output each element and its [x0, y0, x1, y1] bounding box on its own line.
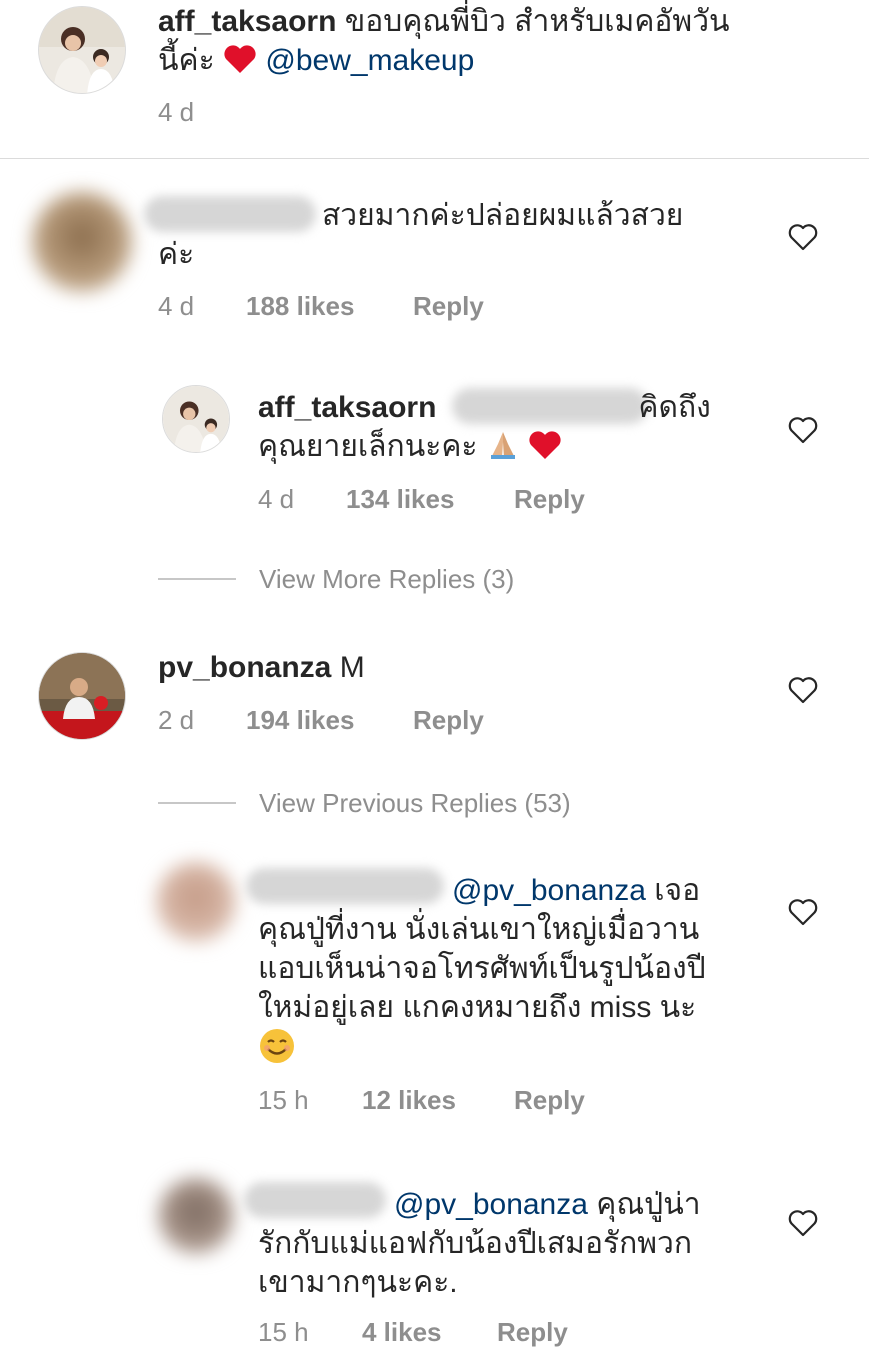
reply2-text-line3: แอบเห็นน่าจอโทรศัพท์เป็นรูปน้องปี: [258, 952, 706, 985]
comment1-text-line2: ค่ะ: [158, 238, 195, 271]
reply3-text-line1: คุณปู่น่า: [596, 1188, 701, 1221]
heart-outline-icon[interactable]: [788, 676, 818, 704]
avatar-blurred-user-1[interactable]: [32, 192, 132, 292]
reply3-text-line2: รักกับแม่แอฟกับน้องปีเสมอรักพวก: [258, 1227, 693, 1260]
comment2-time: 2 d: [158, 705, 195, 735]
reply3-likes[interactable]: 4 likes: [362, 1317, 442, 1347]
comment1-reply-button[interactable]: Reply: [413, 291, 484, 321]
avatar-pv-bonanza[interactable]: [38, 652, 126, 740]
top-comment-text-line1: ขอบคุณพี่บิว สำหรับเมคอัพวัน: [344, 5, 730, 38]
avatar-aff-taksaorn[interactable]: [38, 6, 126, 94]
smiling-face-emoji: [260, 1029, 294, 1063]
thread-line: [158, 802, 236, 804]
reply3-text: @pv_bonanza คุณปู่น่า รักกับแม่แอฟกับน้อ…: [258, 1185, 758, 1302]
reply2-reply-button[interactable]: Reply: [514, 1085, 585, 1115]
reply3-reply-button[interactable]: Reply: [497, 1317, 568, 1347]
comment2-username[interactable]: pv_bonanza: [158, 651, 331, 684]
comment1-time: 4 d: [158, 291, 195, 321]
top-comment-text-line2: นี้ค่ะ: [158, 44, 215, 77]
top-comment-time: 4 d: [158, 97, 195, 127]
reply2-mention[interactable]: @pv_bonanza: [452, 874, 646, 907]
avatar-image: [39, 7, 125, 93]
top-comment-text: aff_taksaorn ขอบคุณพี่บิว สำหรับเมคอัพวั…: [158, 2, 838, 80]
reply1-likes[interactable]: 134 likes: [346, 484, 454, 514]
reply2-text-line1: เจอ: [654, 874, 701, 907]
thread-line: [158, 578, 236, 580]
comment2-text: pv_bonanza M: [158, 648, 365, 687]
avatar-image: [39, 653, 125, 739]
reply3-time: 15 h: [258, 1317, 309, 1347]
heart-outline-icon[interactable]: [788, 1209, 818, 1237]
heart-outline-icon[interactable]: [788, 898, 818, 926]
view-previous-replies-button[interactable]: View Previous Replies (53): [259, 788, 571, 819]
reply1-text-line1: คิดถึง: [638, 391, 711, 424]
avatar-blurred-user-2[interactable]: [156, 862, 236, 942]
avatar-blurred-user-3[interactable]: [158, 1178, 234, 1254]
reply2-likes[interactable]: 12 likes: [362, 1085, 456, 1115]
top-comment-mention[interactable]: @bew_makeup: [265, 44, 474, 77]
reply2-time: 15 h: [258, 1085, 309, 1115]
reply1-time: 4 d: [258, 484, 295, 514]
reply1-text: aff_taksaorn คิดถึง คุณยายเล็กนะคะ: [258, 388, 758, 466]
caption-divider: [0, 158, 869, 159]
comment1-meta: 4 d: [158, 291, 194, 321]
red-heart-emoji: [529, 431, 561, 459]
comment1-text-line1: สวยมากค่ะปล่อยผมแล้วสวย: [322, 199, 684, 232]
red-heart-emoji: [224, 45, 256, 73]
reply3-mention[interactable]: @pv_bonanza: [394, 1188, 588, 1221]
top-comment-username[interactable]: aff_taksaorn: [158, 5, 336, 38]
comment2-likes[interactable]: 194 likes: [246, 705, 354, 735]
reply3-text-line3: เขามากๆนะคะ.: [258, 1266, 458, 1299]
heart-outline-icon[interactable]: [788, 416, 818, 444]
reply2-text: @pv_bonanza เจอ คุณปู่ที่งาน นั่งเล่นเขา…: [258, 871, 758, 1071]
comment2-body: M: [339, 651, 365, 684]
view-more-replies-button[interactable]: View More Replies (3): [259, 564, 514, 595]
comment1-text: สวยมากค่ะปล่อยผมแล้วสวย ค่ะ: [158, 196, 768, 274]
reply1-reply-button[interactable]: Reply: [514, 484, 585, 514]
avatar-image: [163, 386, 229, 452]
reply2-text-line2: คุณปู่ที่งาน นั่งเล่นเขาใหญ่เมื่อวาน: [258, 913, 700, 946]
heart-outline-icon[interactable]: [788, 223, 818, 251]
reply1-username[interactable]: aff_taksaorn: [258, 391, 436, 424]
reply1-text-line2: คุณยายเล็กนะคะ: [258, 430, 478, 463]
comment2-reply-button[interactable]: Reply: [413, 705, 484, 735]
reply2-text-line4: ใหม่อยู่เลย แกคงหมายถึง miss นะ: [258, 991, 697, 1024]
comment1-likes[interactable]: 188 likes: [246, 291, 354, 321]
folded-hands-emoji: [490, 432, 515, 459]
avatar-aff-taksaorn-reply[interactable]: [162, 385, 230, 453]
